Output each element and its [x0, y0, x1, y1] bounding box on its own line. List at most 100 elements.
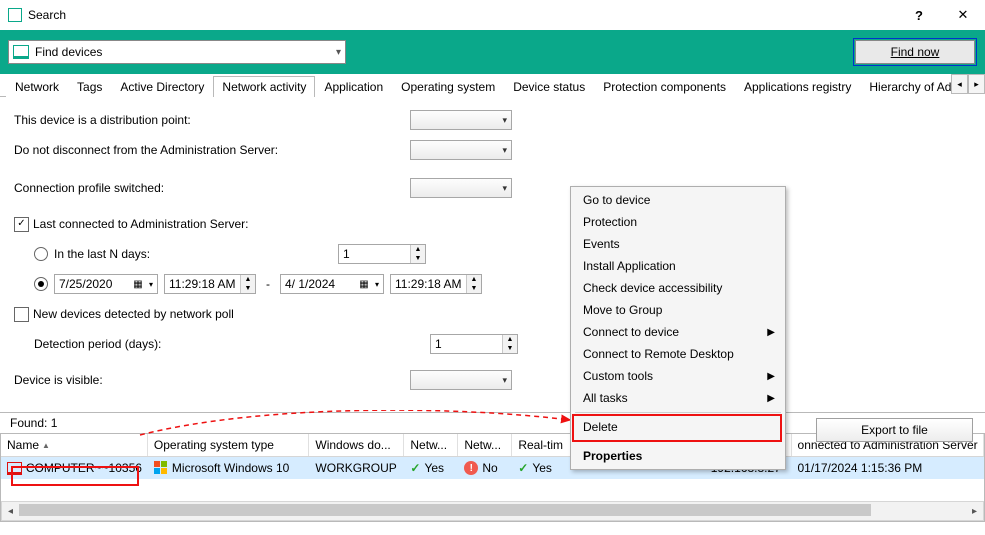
lbl-no-disconnect: Do not disconnect from the Administratio…	[14, 143, 410, 157]
ctx-delete[interactable]: Delete	[573, 416, 783, 438]
tab-applications-registry[interactable]: Applications registry	[735, 76, 860, 97]
ctx-move-to-group[interactable]: Move to Group	[573, 299, 783, 321]
found-count: Found: 1	[10, 416, 57, 430]
date-from[interactable]: 7/25/2020 ▦ ▾	[54, 274, 158, 294]
lbl-n-days: In the last N days:	[54, 247, 338, 261]
cell-last: 01/17/2024 1:15:36 PM	[798, 461, 923, 475]
chevron-down-icon: ▾	[502, 183, 507, 194]
ctx-check-accessibility[interactable]: Check device accessibility	[573, 277, 783, 299]
combo-no-disconnect[interactable]: ▾	[410, 140, 512, 160]
cell-name: COMPUTER~~10356	[26, 461, 142, 475]
cell-n1: Yes	[424, 461, 444, 475]
ctx-go-to-device[interactable]: Go to device	[573, 189, 783, 211]
radio-date-range[interactable]	[34, 277, 48, 291]
toolbar: Find devices ▾ Find now	[0, 30, 985, 74]
help-button[interactable]: ?	[897, 0, 941, 30]
time-from[interactable]: 11:29:18 AM ▲▼	[164, 274, 256, 294]
chevron-down-icon: ▾	[502, 145, 507, 156]
tab-device-status[interactable]: Device status	[504, 76, 594, 97]
find-now-focus-ring: Find now	[853, 38, 977, 66]
device-icon	[7, 462, 22, 475]
spin-up-icon[interactable]: ▲	[467, 275, 481, 284]
form-panel: This device is a distribution point: ▾ D…	[0, 97, 985, 412]
scroll-thumb[interactable]	[19, 504, 871, 516]
tab-tags[interactable]: Tags	[68, 76, 111, 97]
spin-down-icon[interactable]: ▼	[467, 284, 481, 293]
ctx-events[interactable]: Events	[573, 233, 783, 255]
spin-n-days[interactable]: 1 ▲▼	[338, 244, 426, 264]
calendar-icon: ▦	[131, 279, 145, 290]
ctx-properties[interactable]: Properties	[573, 445, 783, 467]
chk-last-connected[interactable]	[14, 217, 29, 232]
ctx-protection[interactable]: Protection	[573, 211, 783, 233]
tab-network[interactable]: Network	[6, 76, 68, 97]
find-now-label: Find now	[891, 45, 940, 59]
cell-n2: No	[482, 461, 497, 475]
horizontal-scrollbar[interactable]: ◂ ▸	[1, 501, 984, 521]
cell-rt: Yes	[532, 461, 552, 475]
chevron-down-icon: ▾	[371, 280, 383, 289]
tab-network-activity[interactable]: Network activity	[213, 76, 315, 97]
results-table: Name ▲ Operating system type Windows do.…	[0, 434, 985, 522]
combo-device-visible[interactable]: ▾	[410, 370, 512, 390]
spin-up-icon[interactable]: ▲	[241, 275, 255, 284]
col-netw2[interactable]: Netw...	[458, 434, 512, 456]
col-domain[interactable]: Windows do...	[309, 434, 404, 456]
alert-icon: !	[464, 461, 478, 475]
find-now-button[interactable]: Find now	[855, 40, 975, 64]
spin-detection-period[interactable]: 1 ▲▼	[430, 334, 518, 354]
find-mode-combo[interactable]: Find devices ▾	[8, 40, 346, 64]
tab-operating-system[interactable]: Operating system	[392, 76, 504, 97]
spin-down-icon[interactable]: ▼	[411, 254, 425, 263]
col-os[interactable]: Operating system type	[148, 434, 309, 456]
tab-active-directory[interactable]: Active Directory	[111, 76, 213, 97]
date-to[interactable]: 4/ 1/2024 ▦ ▾	[280, 274, 384, 294]
spin-up-icon[interactable]: ▲	[503, 335, 517, 344]
spin-n-days-value: 1	[339, 247, 410, 261]
chevron-right-icon: ▶	[767, 393, 775, 404]
chevron-down-icon: ▾	[502, 375, 507, 386]
col-netw1[interactable]: Netw...	[404, 434, 458, 456]
combo-distribution-point[interactable]: ▾	[410, 110, 512, 130]
monitor-icon	[13, 45, 29, 59]
tab-scroll-right[interactable]: ▸	[968, 74, 985, 94]
close-button[interactable]: ✕	[941, 0, 985, 30]
find-mode-text: Find devices	[35, 45, 336, 59]
check-icon: ✓	[410, 461, 420, 475]
spin-up-icon[interactable]: ▲	[411, 245, 425, 254]
range-dash: -	[266, 277, 270, 291]
calendar-icon: ▦	[357, 279, 371, 290]
time-to[interactable]: 11:29:18 AM ▲▼	[390, 274, 482, 294]
combo-conn-profile[interactable]: ▾	[410, 178, 512, 198]
window-title: Search	[28, 8, 897, 22]
export-label: Export to file	[861, 423, 928, 437]
check-icon: ✓	[518, 461, 528, 475]
tab-scroll-left[interactable]: ◂	[951, 74, 968, 94]
context-menu: Go to device Protection Events Install A…	[570, 186, 786, 470]
ctx-install-application[interactable]: Install Application	[573, 255, 783, 277]
tab-protection-components[interactable]: Protection components	[594, 76, 735, 97]
tab-strip: Network Tags Active Directory Network ac…	[0, 74, 985, 97]
tab-application[interactable]: Application	[315, 76, 392, 97]
chevron-down-icon: ▾	[145, 280, 157, 289]
lbl-conn-profile: Connection profile switched:	[14, 181, 410, 195]
scroll-right-icon[interactable]: ▸	[966, 502, 983, 520]
radio-n-days[interactable]	[34, 247, 48, 261]
ctx-all-tasks[interactable]: All tasks▶	[573, 387, 783, 409]
cell-os: Microsoft Windows 10	[172, 461, 289, 475]
ctx-connect-to-device[interactable]: Connect to device▶	[573, 321, 783, 343]
spin-down-icon[interactable]: ▼	[241, 284, 255, 293]
table-row[interactable]: COMPUTER~~10356 Microsoft Windows 10 WOR…	[1, 457, 984, 479]
ctx-connect-remote-desktop[interactable]: Connect to Remote Desktop	[573, 343, 783, 365]
ctx-custom-tools[interactable]: Custom tools▶	[573, 365, 783, 387]
col-name[interactable]: Name ▲	[1, 434, 148, 456]
lbl-new-devices: New devices detected by network poll	[33, 307, 234, 321]
export-button[interactable]: Export to file	[816, 418, 973, 442]
sort-asc-icon: ▲	[42, 441, 50, 450]
scroll-left-icon[interactable]: ◂	[2, 502, 19, 520]
lbl-distribution-point: This device is a distribution point:	[14, 113, 410, 127]
cell-domain: WORKGROUP	[315, 461, 396, 475]
chk-new-devices[interactable]	[14, 307, 29, 322]
spin-down-icon[interactable]: ▼	[503, 344, 517, 353]
chevron-right-icon: ▶	[767, 371, 775, 382]
